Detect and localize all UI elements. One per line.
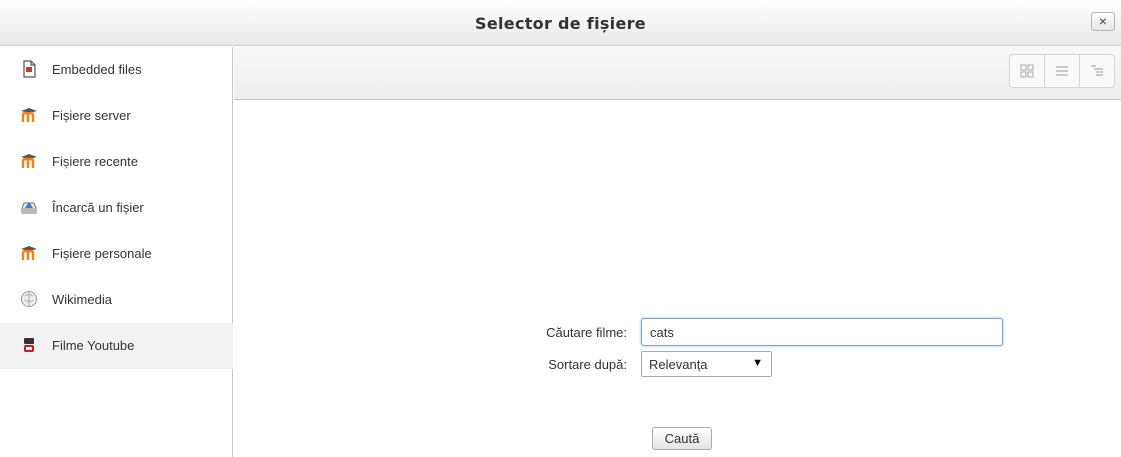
sidebar-item-personal-files[interactable]: Fișiere personale (0, 231, 233, 277)
sidebar-item-recent-files[interactable]: Fișiere recente (0, 139, 233, 185)
sidebar-item-label: Fișiere recente (52, 154, 138, 169)
search-button[interactable]: Caută (652, 427, 712, 450)
sort-label: Sortare după: (548, 357, 627, 372)
sidebar-item-youtube[interactable]: Filme Youtube (0, 323, 233, 369)
sidebar-item-label: Fișiere personale (52, 246, 152, 261)
repository-sidebar: Embedded files Fișiere server Fișiere re… (0, 47, 233, 457)
document-icon (23, 60, 36, 78)
sort-select[interactable]: Relevanța ▼ (641, 351, 772, 377)
title-bar: Selector de fișiere × (0, 0, 1121, 46)
dropdown-arrow-icon: ▼ (752, 357, 763, 369)
icons-view-button[interactable] (1010, 55, 1044, 87)
search-label: Căutare filme: (546, 325, 627, 340)
sort-selected-value: Relevanța (649, 357, 708, 372)
sidebar-item-label: Embedded files (52, 62, 142, 77)
youtube-icon (24, 338, 34, 352)
sidebar-item-upload-file[interactable]: Încarcă un fișier (0, 185, 233, 231)
sidebar-item-label: Încarcă un fișier (52, 200, 144, 215)
sidebar-item-wikimedia[interactable]: Wikimedia (0, 277, 233, 323)
file-toolbar (234, 47, 1121, 100)
sidebar-item-label: Fișiere server (52, 108, 131, 123)
view-switcher (1009, 54, 1115, 88)
sidebar-item-label: Wikimedia (52, 292, 112, 307)
moodle-icon (21, 246, 37, 260)
sidebar-item-label: Filme Youtube (52, 338, 135, 353)
close-button[interactable]: × (1091, 12, 1115, 31)
grid-icon (1020, 64, 1034, 78)
sidebar-item-embedded-files[interactable]: Embedded files (0, 47, 233, 93)
moodle-icon (21, 154, 37, 168)
tree-view-button[interactable] (1079, 55, 1114, 87)
upload-icon (21, 202, 37, 214)
list-view-button[interactable] (1044, 55, 1079, 87)
moodle-icon (21, 108, 37, 122)
dialog-title: Selector de fișiere (475, 14, 646, 33)
wikimedia-icon (21, 291, 37, 307)
sidebar-item-server-files[interactable]: Fișiere server (0, 93, 233, 139)
list-icon (1056, 66, 1068, 76)
tree-icon (1091, 65, 1103, 76)
search-input[interactable] (641, 318, 1003, 346)
